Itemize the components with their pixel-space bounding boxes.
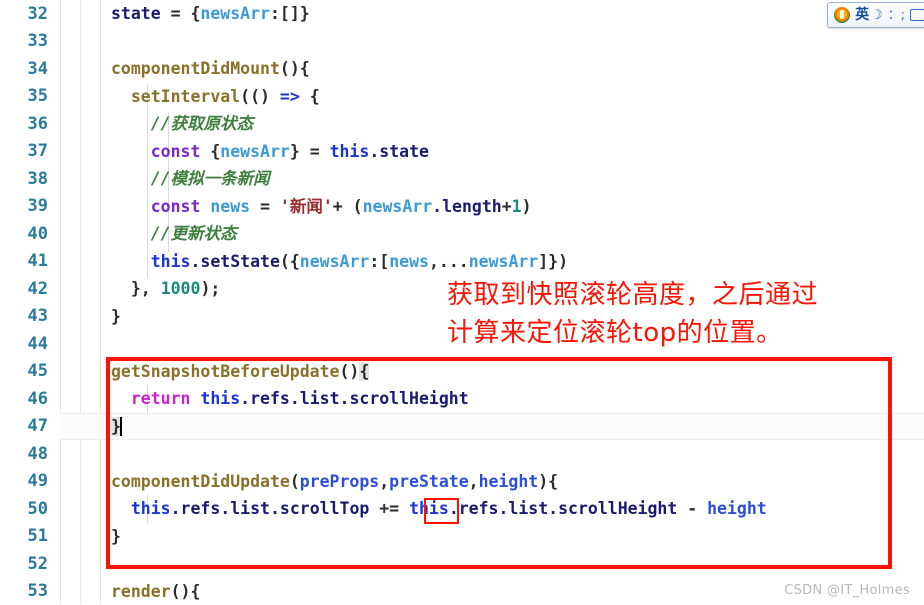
code-text-41: this.setState({newsArr:[news,...newsArr]… bbox=[111, 248, 568, 276]
ime-toolbar[interactable]: 英 ☽ ：; bbox=[827, 2, 924, 28]
code-line-46[interactable]: 46 return this.refs.list.scrollHeight bbox=[0, 385, 924, 413]
punctuation-mode-icon[interactable]: ：; bbox=[888, 9, 905, 22]
code-line-45[interactable]: 45 getSnapshotBeforeUpdate(){ bbox=[0, 358, 924, 386]
code-text-36: //获取原状态 bbox=[111, 110, 253, 138]
code-line-40[interactable]: 40 //更新状态 bbox=[0, 220, 924, 248]
keyboard-icon[interactable] bbox=[910, 9, 924, 21]
line-number: 45 bbox=[0, 361, 48, 381]
annotation-note-text: 获取到快照滚轮高度，之后通过 计算来定位滚轮top的位置。 bbox=[447, 276, 917, 352]
code-line-41[interactable]: 41 this.setState({newsArr:[news,...newsA… bbox=[0, 248, 924, 276]
code-line-52[interactable]: 52 bbox=[0, 550, 924, 578]
line-number: 51 bbox=[0, 526, 48, 546]
line-number: 39 bbox=[0, 196, 48, 216]
sogou-logo-icon[interactable] bbox=[834, 7, 850, 23]
line-number: 33 bbox=[0, 31, 48, 51]
text-cursor bbox=[120, 417, 122, 436]
line-number: 36 bbox=[0, 114, 48, 134]
line-number: 46 bbox=[0, 389, 48, 409]
code-line-50[interactable]: 50 this.refs.list.scrollTop += this.refs… bbox=[0, 495, 924, 523]
code-line-37[interactable]: 37 const {newsArr} = this.state bbox=[0, 138, 924, 166]
line-number: 52 bbox=[0, 554, 48, 574]
code-line-49[interactable]: 49 componentDidUpdate(preProps,preState,… bbox=[0, 468, 924, 496]
line-number: 38 bbox=[0, 169, 48, 189]
code-line-33[interactable]: 33 bbox=[0, 28, 924, 56]
code-text-42: }, 1000); bbox=[111, 275, 220, 303]
code-line-39[interactable]: 39 const news = '新闻'+ (newsArr.length+1) bbox=[0, 193, 924, 221]
line-number: 43 bbox=[0, 306, 48, 326]
code-text-47: } bbox=[111, 413, 122, 441]
code-text-39: const news = '新闻'+ (newsArr.length+1) bbox=[111, 193, 532, 221]
line-number: 47 bbox=[0, 416, 48, 436]
ime-mode-label[interactable]: 英 bbox=[855, 8, 869, 22]
code-line-38[interactable]: 38 //模拟一条新闻 bbox=[0, 165, 924, 193]
code-line-36[interactable]: 36 //获取原状态 bbox=[0, 110, 924, 138]
code-text-49: componentDidUpdate(preProps,preState,hei… bbox=[111, 468, 558, 496]
line-number: 44 bbox=[0, 334, 48, 354]
code-line-35[interactable]: 35 setInterval(() => { bbox=[0, 83, 924, 111]
crescent-moon-icon[interactable]: ☽ bbox=[874, 8, 882, 22]
code-line-48[interactable]: 48 bbox=[0, 440, 924, 468]
code-text-43: } bbox=[111, 303, 121, 331]
line-number: 42 bbox=[0, 279, 48, 299]
code-line-34[interactable]: 34 componentDidMount(){ bbox=[0, 55, 924, 83]
line-number: 50 bbox=[0, 499, 48, 519]
code-text-51: } bbox=[111, 523, 121, 551]
code-text-46: return this.refs.list.scrollHeight bbox=[111, 385, 469, 413]
line-number: 53 bbox=[0, 581, 48, 601]
line-number: 40 bbox=[0, 224, 48, 244]
line-number: 35 bbox=[0, 86, 48, 106]
code-text-34: componentDidMount(){ bbox=[111, 55, 310, 83]
code-text-45: getSnapshotBeforeUpdate(){ bbox=[111, 358, 369, 386]
code-text-32: state = {newsArr:[]} bbox=[111, 0, 310, 28]
code-text-38: //模拟一条新闻 bbox=[111, 165, 270, 193]
line-number: 34 bbox=[0, 59, 48, 79]
code-line-47[interactable]: 47 } bbox=[0, 413, 924, 441]
line-number: 32 bbox=[0, 4, 48, 24]
code-text-50: this.refs.list.scrollTop += this.refs.li… bbox=[111, 495, 767, 523]
code-text-53: render(){ bbox=[111, 578, 200, 605]
line-number: 49 bbox=[0, 471, 48, 491]
line-number: 48 bbox=[0, 444, 48, 464]
code-line-51[interactable]: 51 } bbox=[0, 523, 924, 551]
code-line-32[interactable]: 32 state = {newsArr:[]} bbox=[0, 0, 924, 28]
code-text-37: const {newsArr} = this.state bbox=[111, 138, 429, 166]
line-number: 37 bbox=[0, 141, 48, 161]
watermark: CSDN @IT_Holmes bbox=[784, 583, 910, 598]
code-text-35: setInterval(() => { bbox=[111, 83, 320, 111]
line-number: 41 bbox=[0, 251, 48, 271]
code-text-40: //更新状态 bbox=[111, 220, 237, 248]
